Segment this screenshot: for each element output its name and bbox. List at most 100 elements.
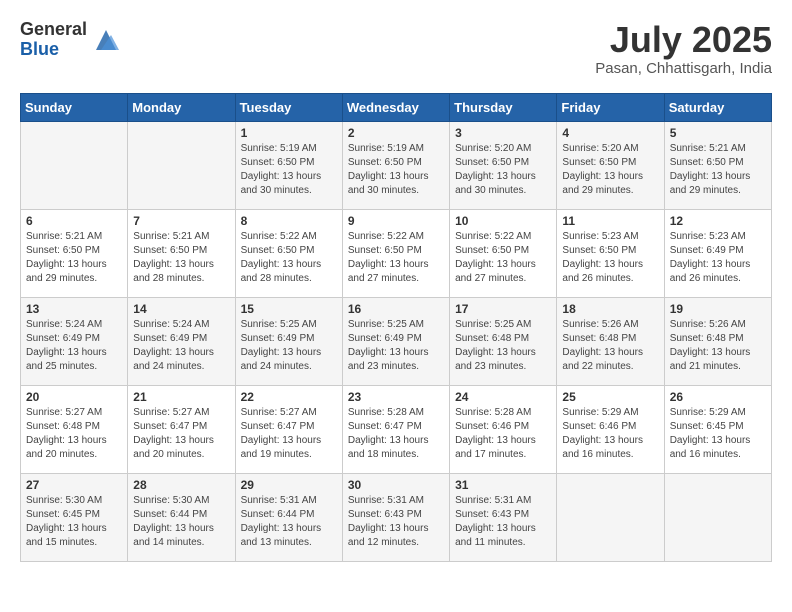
day-info: Sunrise: 5:20 AM Sunset: 6:50 PM Dayligh… (562, 142, 658, 198)
day-number: 6 (26, 214, 122, 228)
calendar-cell: 25 Sunrise: 5:29 AM Sunset: 6:46 PM Dayli… (557, 385, 664, 473)
logo-blue-text: Blue (20, 40, 87, 60)
calendar-cell: 3 Sunrise: 5:20 AM Sunset: 6:50 PM Daylig… (450, 121, 557, 209)
calendar-table: SundayMondayTuesdayWednesdayThursdayFrid… (20, 93, 772, 562)
day-number: 9 (348, 214, 444, 228)
day-info: Sunrise: 5:31 AM Sunset: 6:43 PM Dayligh… (455, 494, 551, 550)
day-info: Sunrise: 5:31 AM Sunset: 6:44 PM Dayligh… (241, 494, 337, 550)
calendar-cell: 31 Sunrise: 5:31 AM Sunset: 6:43 PM Dayli… (450, 473, 557, 561)
calendar-cell (21, 121, 128, 209)
day-info: Sunrise: 5:19 AM Sunset: 6:50 PM Dayligh… (241, 142, 337, 198)
day-info: Sunrise: 5:22 AM Sunset: 6:50 PM Dayligh… (241, 230, 337, 286)
day-info: Sunrise: 5:23 AM Sunset: 6:50 PM Dayligh… (562, 230, 658, 286)
day-info: Sunrise: 5:22 AM Sunset: 6:50 PM Dayligh… (348, 230, 444, 286)
calendar-week-row: 20 Sunrise: 5:27 AM Sunset: 6:48 PM Dayli… (21, 385, 772, 473)
weekday-header-thursday: Thursday (450, 93, 557, 121)
calendar-week-row: 6 Sunrise: 5:21 AM Sunset: 6:50 PM Daylig… (21, 209, 772, 297)
day-info: Sunrise: 5:21 AM Sunset: 6:50 PM Dayligh… (133, 230, 229, 286)
day-info: Sunrise: 5:26 AM Sunset: 6:48 PM Dayligh… (670, 318, 766, 374)
calendar-cell: 23 Sunrise: 5:28 AM Sunset: 6:47 PM Dayli… (342, 385, 449, 473)
day-info: Sunrise: 5:26 AM Sunset: 6:48 PM Dayligh… (562, 318, 658, 374)
calendar-cell: 13 Sunrise: 5:24 AM Sunset: 6:49 PM Dayli… (21, 297, 128, 385)
day-info: Sunrise: 5:19 AM Sunset: 6:50 PM Dayligh… (348, 142, 444, 198)
day-number: 5 (670, 126, 766, 140)
weekday-header-row: SundayMondayTuesdayWednesdayThursdayFrid… (21, 93, 772, 121)
day-number: 14 (133, 302, 229, 316)
calendar-cell: 1 Sunrise: 5:19 AM Sunset: 6:50 PM Daylig… (235, 121, 342, 209)
page-header: General Blue July 2025 Pasan, Chhattisga… (20, 20, 772, 77)
day-info: Sunrise: 5:21 AM Sunset: 6:50 PM Dayligh… (26, 230, 122, 286)
calendar-cell: 12Sunrise: 5:23 AM Sunset: 6:49 PM Dayli… (664, 209, 771, 297)
weekday-header-wednesday: Wednesday (342, 93, 449, 121)
day-info: Sunrise: 5:29 AM Sunset: 6:46 PM Dayligh… (562, 406, 658, 462)
day-number: 1 (241, 126, 337, 140)
day-info: Sunrise: 5:28 AM Sunset: 6:47 PM Dayligh… (348, 406, 444, 462)
day-number: 29 (241, 478, 337, 492)
day-info: Sunrise: 5:20 AM Sunset: 6:50 PM Dayligh… (455, 142, 551, 198)
day-info: Sunrise: 5:25 AM Sunset: 6:49 PM Dayligh… (348, 318, 444, 374)
calendar-week-row: 27 Sunrise: 5:30 AM Sunset: 6:45 PM Dayli… (21, 473, 772, 561)
day-info: Sunrise: 5:24 AM Sunset: 6:49 PM Dayligh… (133, 318, 229, 374)
day-number: 17 (455, 302, 551, 316)
calendar-cell: 8 Sunrise: 5:22 AM Sunset: 6:50 PM Daylig… (235, 209, 342, 297)
day-number: 19 (670, 302, 766, 316)
day-number: 16 (348, 302, 444, 316)
day-number: 23 (348, 390, 444, 404)
day-info: Sunrise: 5:27 AM Sunset: 6:48 PM Dayligh… (26, 406, 122, 462)
logo-icon (91, 25, 121, 55)
day-number: 24 (455, 390, 551, 404)
calendar-cell: 19 Sunrise: 5:26 AM Sunset: 6:48 PM Dayli… (664, 297, 771, 385)
day-info: Sunrise: 5:25 AM Sunset: 6:49 PM Dayligh… (241, 318, 337, 374)
day-number: 10 (455, 214, 551, 228)
day-number: 13 (26, 302, 122, 316)
location-subtitle: Pasan, Chhattisgarh, India (595, 60, 772, 77)
calendar-cell: 11 Sunrise: 5:23 AM Sunset: 6:50 PM Dayli… (557, 209, 664, 297)
day-number: 27 (26, 478, 122, 492)
calendar-cell: 7 Sunrise: 5:21 AM Sunset: 6:50 PM Daylig… (128, 209, 235, 297)
day-info: Sunrise: 5:30 AM Sunset: 6:45 PM Dayligh… (26, 494, 122, 550)
logo: General Blue (20, 20, 121, 60)
calendar-cell: 5 Sunrise: 5:21 AM Sunset: 6:50 PM Daylig… (664, 121, 771, 209)
weekday-header-tuesday: Tuesday (235, 93, 342, 121)
calendar-cell: 27 Sunrise: 5:30 AM Sunset: 6:45 PM Dayli… (21, 473, 128, 561)
day-info: Sunrise: 5:27 AM Sunset: 6:47 PM Dayligh… (133, 406, 229, 462)
day-number: 4 (562, 126, 658, 140)
calendar-cell (664, 473, 771, 561)
day-number: 8 (241, 214, 337, 228)
day-info: Sunrise: 5:23 AM Sunset: 6:49 PM Dayligh… (670, 230, 766, 286)
day-number: 22 (241, 390, 337, 404)
day-info: Sunrise: 5:25 AM Sunset: 6:48 PM Dayligh… (455, 318, 551, 374)
day-number: 26 (670, 390, 766, 404)
calendar-cell (128, 121, 235, 209)
calendar-cell: 26Sunrise: 5:29 AM Sunset: 6:45 PM Dayli… (664, 385, 771, 473)
calendar-cell: 21Sunrise: 5:27 AM Sunset: 6:47 PM Dayli… (128, 385, 235, 473)
logo-general-text: General (20, 20, 87, 40)
calendar-cell: 15Sunrise: 5:25 AM Sunset: 6:49 PM Dayli… (235, 297, 342, 385)
day-info: Sunrise: 5:31 AM Sunset: 6:43 PM Dayligh… (348, 494, 444, 550)
calendar-cell: 30 Sunrise: 5:31 AM Sunset: 6:43 PM Dayli… (342, 473, 449, 561)
calendar-cell: 18Sunrise: 5:26 AM Sunset: 6:48 PM Dayli… (557, 297, 664, 385)
calendar-cell: 10Sunrise: 5:22 AM Sunset: 6:50 PM Dayli… (450, 209, 557, 297)
day-info: Sunrise: 5:24 AM Sunset: 6:49 PM Dayligh… (26, 318, 122, 374)
calendar-cell: 20 Sunrise: 5:27 AM Sunset: 6:48 PM Dayli… (21, 385, 128, 473)
calendar-cell: 9 Sunrise: 5:22 AM Sunset: 6:50 PM Daylig… (342, 209, 449, 297)
day-number: 28 (133, 478, 229, 492)
day-number: 3 (455, 126, 551, 140)
day-number: 20 (26, 390, 122, 404)
day-info: Sunrise: 5:21 AM Sunset: 6:50 PM Dayligh… (670, 142, 766, 198)
day-number: 2 (348, 126, 444, 140)
day-info: Sunrise: 5:30 AM Sunset: 6:44 PM Dayligh… (133, 494, 229, 550)
day-number: 25 (562, 390, 658, 404)
day-number: 11 (562, 214, 658, 228)
calendar-cell: 24Sunrise: 5:28 AM Sunset: 6:46 PM Dayli… (450, 385, 557, 473)
weekday-header-sunday: Sunday (21, 93, 128, 121)
day-number: 7 (133, 214, 229, 228)
day-number: 30 (348, 478, 444, 492)
calendar-cell (557, 473, 664, 561)
calendar-cell: 2 Sunrise: 5:19 AM Sunset: 6:50 PM Daylig… (342, 121, 449, 209)
day-number: 31 (455, 478, 551, 492)
calendar-cell: 4 Sunrise: 5:20 AM Sunset: 6:50 PM Daylig… (557, 121, 664, 209)
weekday-header-friday: Friday (557, 93, 664, 121)
calendar-cell: 14 Sunrise: 5:24 AM Sunset: 6:49 PM Dayli… (128, 297, 235, 385)
day-info: Sunrise: 5:27 AM Sunset: 6:47 PM Dayligh… (241, 406, 337, 462)
